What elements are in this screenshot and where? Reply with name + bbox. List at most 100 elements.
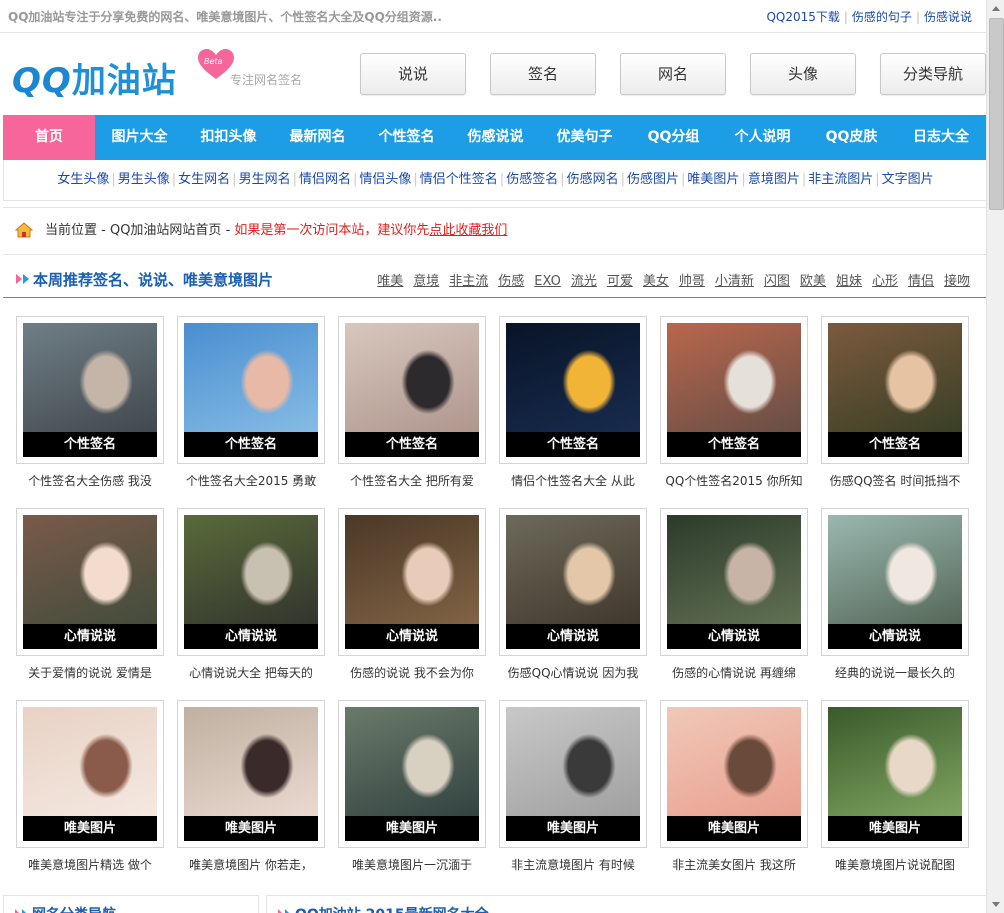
tag-link[interactable]: 流光 (571, 274, 597, 289)
tag-link[interactable]: 唯美 (377, 274, 403, 289)
card-caption[interactable]: 非主流美女图片 我这所 (660, 856, 808, 873)
card-caption[interactable]: 心情说说大全 把每天的 (177, 664, 325, 681)
card-caption[interactable]: 唯美意境图片一沉湎于 (338, 856, 486, 873)
card-photo[interactable]: 个性签名 (184, 323, 318, 457)
tag-link[interactable]: 帅哥 (679, 274, 705, 289)
nav-item-avatars[interactable]: 扣扣头像 (184, 115, 273, 160)
nav-item-profile-notes[interactable]: 个人说明 (718, 115, 807, 160)
scroll-down-arrow-icon[interactable] (989, 897, 1003, 911)
tag-link[interactable]: 意境 (413, 274, 439, 289)
nav-item-beautiful-sentences[interactable]: 优美句子 (540, 115, 629, 160)
site-logo[interactable]: QQ加油站 (12, 53, 177, 102)
card-caption[interactable]: 伤感的心情说说 再缠绵 (660, 664, 808, 681)
card-thumbnail[interactable]: 心情说说 (499, 508, 647, 656)
subnav-girl-avatars[interactable]: 女生头像 (57, 172, 109, 187)
header-button-category-nav[interactable]: 分类导航 (880, 53, 986, 95)
card-thumbnail[interactable]: 个性签名 (177, 316, 325, 464)
header-button-signature[interactable]: 签名 (490, 53, 596, 95)
top-link-qq-download[interactable]: QQ2015下载 (762, 10, 843, 24)
header-button-shuoshuo[interactable]: 说说 (360, 53, 466, 95)
scroll-up-arrow-icon[interactable] (989, 2, 1003, 16)
vertical-scrollbar[interactable] (986, 0, 1004, 913)
card-thumbnail[interactable]: 唯美图片 (177, 700, 325, 848)
card-caption[interactable]: 伤感QQ签名 时间抵挡不 (821, 472, 969, 489)
card-caption[interactable]: QQ个性签名2015 你所知 (660, 472, 808, 489)
card-photo[interactable]: 唯美图片 (184, 707, 318, 841)
subnav-sad-nicknames[interactable]: 伤感网名 (567, 172, 619, 187)
tag-link[interactable]: 闪图 (764, 274, 790, 289)
card-thumbnail[interactable]: 个性签名 (660, 316, 808, 464)
card-thumbnail[interactable]: 唯美图片 (499, 700, 647, 848)
subnav-boy-nicknames[interactable]: 男生网名 (239, 172, 291, 187)
card-photo[interactable]: 唯美图片 (667, 707, 801, 841)
card-caption[interactable]: 非主流意境图片 有时候 (499, 856, 647, 873)
card-caption[interactable]: 个性签名大全伤感 我没 (16, 472, 164, 489)
tag-link[interactable]: 非主流 (449, 274, 488, 289)
card-photo[interactable]: 心情说说 (667, 515, 801, 649)
header-button-nickname[interactable]: 网名 (620, 53, 726, 95)
nav-item-pictures[interactable]: 图片大全 (95, 115, 184, 160)
card-caption[interactable]: 伤感QQ心情说说 因为我 (499, 664, 647, 681)
card-thumbnail[interactable]: 心情说说 (821, 508, 969, 656)
tag-link[interactable]: 情侣 (908, 274, 934, 289)
card-caption[interactable]: 唯美意境图片 你若走， (177, 856, 325, 873)
top-link-sad-posts[interactable]: 伤感说说 (920, 10, 976, 24)
subnav-couple-nicknames[interactable]: 情侣网名 (299, 172, 351, 187)
subnav-sad-pictures[interactable]: 伤感图片 (627, 172, 679, 187)
subnav-beautiful-pictures[interactable]: 唯美图片 (687, 172, 739, 187)
card-photo[interactable]: 个性签名 (667, 323, 801, 457)
card-photo[interactable]: 唯美图片 (828, 707, 962, 841)
card-thumbnail[interactable]: 唯美图片 (660, 700, 808, 848)
tag-link[interactable]: 接吻 (944, 274, 970, 289)
card-thumbnail[interactable]: 唯美图片 (338, 700, 486, 848)
card-photo[interactable]: 个性签名 (828, 323, 962, 457)
subnav-mood-pictures[interactable]: 意境图片 (748, 172, 800, 187)
nav-item-home[interactable]: 首页 (3, 115, 95, 160)
header-button-avatar[interactable]: 头像 (750, 53, 856, 95)
card-thumbnail[interactable]: 个性签名 (338, 316, 486, 464)
bookmark-link[interactable]: 点此收藏我们 (429, 223, 507, 238)
tag-link[interactable]: 伤感 (498, 274, 524, 289)
card-photo[interactable]: 个性签名 (345, 323, 479, 457)
subnav-text-pictures[interactable]: 文字图片 (882, 172, 934, 187)
card-thumbnail[interactable]: 个性签名 (16, 316, 164, 464)
nav-item-diaries[interactable]: 日志大全 (896, 115, 986, 160)
tag-link[interactable]: 心形 (872, 274, 898, 289)
card-caption[interactable]: 唯美意境图片精选 做个 (16, 856, 164, 873)
tag-link[interactable]: 美女 (643, 274, 669, 289)
tag-link[interactable]: EXO (534, 274, 561, 289)
card-thumbnail[interactable]: 心情说说 (338, 508, 486, 656)
card-photo[interactable]: 唯美图片 (23, 707, 157, 841)
card-photo[interactable]: 唯美图片 (506, 707, 640, 841)
nav-item-qq-skins[interactable]: QQ皮肤 (807, 115, 896, 160)
card-photo[interactable]: 心情说说 (345, 515, 479, 649)
top-link-sad-sentences[interactable]: 伤感的句子 (848, 10, 916, 24)
nav-item-qq-groups[interactable]: QQ分组 (629, 115, 718, 160)
nav-item-latest-nicknames[interactable]: 最新网名 (273, 115, 362, 160)
nav-item-sad-posts[interactable]: 伤感说说 (451, 115, 540, 160)
card-photo[interactable]: 心情说说 (828, 515, 962, 649)
card-thumbnail[interactable]: 个性签名 (499, 316, 647, 464)
card-thumbnail[interactable]: 唯美图片 (16, 700, 164, 848)
card-thumbnail[interactable]: 个性签名 (821, 316, 969, 464)
subnav-girl-nicknames[interactable]: 女生网名 (178, 172, 230, 187)
tag-link[interactable]: 可爱 (607, 274, 633, 289)
card-photo[interactable]: 个性签名 (506, 323, 640, 457)
card-caption[interactable]: 伤感的说说 我不会为你 (338, 664, 486, 681)
card-thumbnail[interactable]: 心情说说 (660, 508, 808, 656)
tag-link[interactable]: 欧美 (800, 274, 826, 289)
tag-link[interactable]: 小清新 (715, 274, 754, 289)
card-caption[interactable]: 情侣个性签名大全 从此 (499, 472, 647, 489)
card-photo[interactable]: 心情说说 (184, 515, 318, 649)
card-thumbnail[interactable]: 心情说说 (177, 508, 325, 656)
subnav-couple-avatars[interactable]: 情侣头像 (359, 172, 411, 187)
subnav-couple-signatures[interactable]: 情侣个性签名 (420, 172, 498, 187)
subnav-nonmainstream-pictures[interactable]: 非主流图片 (808, 172, 873, 187)
card-caption[interactable]: 个性签名大全2015 勇敢 (177, 472, 325, 489)
card-photo[interactable]: 唯美图片 (345, 707, 479, 841)
nav-item-signatures[interactable]: 个性签名 (362, 115, 451, 160)
card-thumbnail[interactable]: 唯美图片 (821, 700, 969, 848)
scrollbar-thumb[interactable] (989, 18, 1004, 210)
card-caption[interactable]: 关于爱情的说说 爱情是 (16, 664, 164, 681)
subnav-boy-avatars[interactable]: 男生头像 (118, 172, 170, 187)
